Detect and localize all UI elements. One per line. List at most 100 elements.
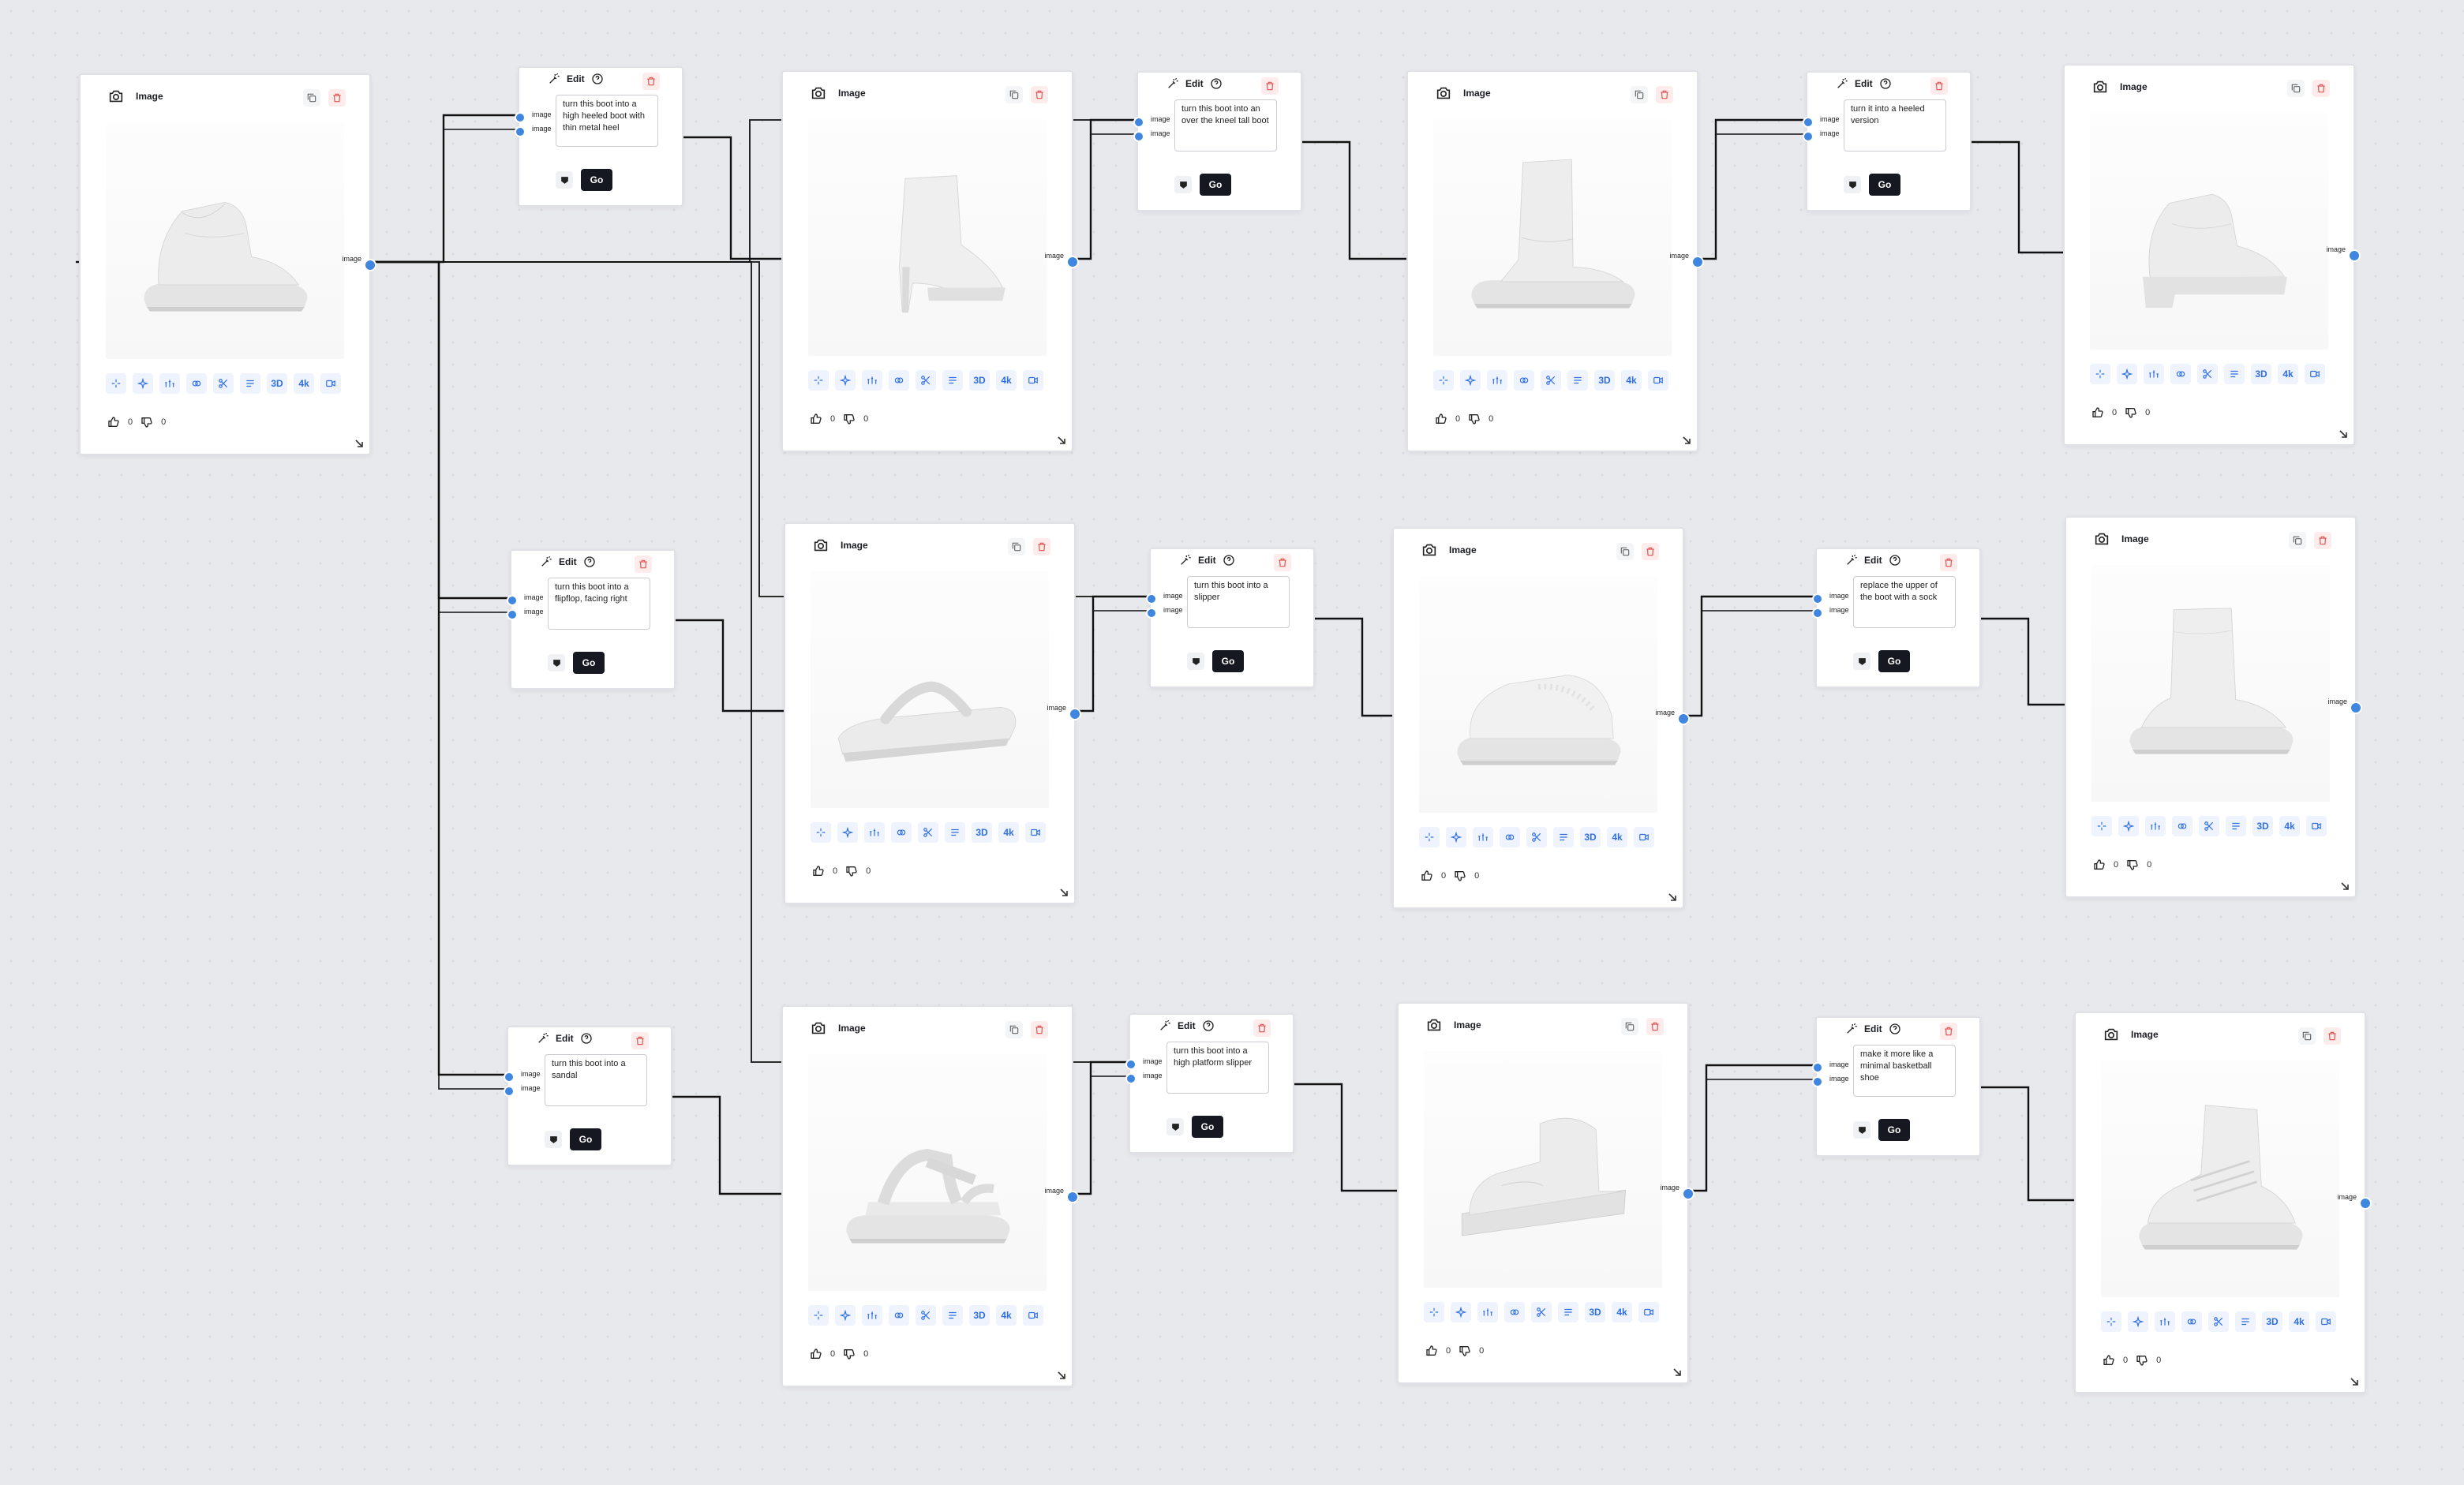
layers-tool-button[interactable]: [889, 370, 909, 391]
prompt-textarea[interactable]: turn this boot into a high heeled boot w…: [556, 95, 658, 147]
edit-node[interactable]: Edit image image turn this boot into an …: [1133, 71, 1302, 211]
scissors-tool-button[interactable]: [2199, 816, 2219, 836]
scissors-tool-button[interactable]: [1531, 1302, 1552, 1322]
generated-image[interactable]: [808, 119, 1047, 356]
prompt-textarea[interactable]: replace the upper of the boot with a soc…: [1853, 576, 1956, 628]
output-port[interactable]: [364, 259, 376, 271]
scissors-tool-button[interactable]: [1541, 370, 1561, 391]
go-button[interactable]: Go: [1878, 650, 1910, 672]
text-tool-button[interactable]: [945, 822, 965, 843]
delete-button[interactable]: [328, 89, 346, 107]
video-tool-button[interactable]: [1025, 822, 1046, 843]
4k-tool-button[interactable]: 4k: [1621, 370, 1642, 391]
4k-tool-button[interactable]: 4k: [998, 822, 1019, 843]
edit-node-header[interactable]: Edit: [537, 1032, 593, 1045]
output-port[interactable]: [2359, 1197, 2372, 1210]
3d-tool-button[interactable]: 3D: [267, 373, 287, 394]
output-port[interactable]: [2348, 249, 2361, 262]
resize-handle-icon[interactable]: [1056, 435, 1067, 446]
4k-tool-button[interactable]: 4k: [1612, 1302, 1632, 1322]
thumbs-up-icon[interactable]: [2091, 406, 2104, 419]
go-button[interactable]: Go: [1200, 174, 1231, 196]
sliders-tool-button[interactable]: [862, 1305, 882, 1326]
text-tool-button[interactable]: [2226, 816, 2246, 836]
image-node-header[interactable]: Image: [810, 1019, 866, 1037]
resize-handle-icon[interactable]: [1058, 887, 1069, 898]
output-port[interactable]: [2350, 701, 2362, 714]
thumbs-up-icon[interactable]: [2093, 858, 2106, 871]
go-button[interactable]: Go: [570, 1128, 601, 1150]
thumbs-down-icon[interactable]: [2125, 406, 2137, 419]
layers-tool-button[interactable]: [2170, 364, 2191, 384]
video-tool-button[interactable]: [320, 373, 341, 394]
edit-node[interactable]: Edit image image turn this boot into a h…: [1125, 1013, 1294, 1154]
image-node-header[interactable]: Image: [107, 88, 163, 105]
4k-tool-button[interactable]: 4k: [1607, 827, 1627, 847]
edit-node-header[interactable]: Edit: [1179, 554, 1235, 567]
resize-handle-icon[interactable]: [2339, 881, 2350, 892]
generated-image[interactable]: [2101, 1060, 2339, 1297]
edit-node[interactable]: Edit image image turn this boot into a f…: [507, 549, 676, 690]
scissors-tool-button[interactable]: [916, 370, 936, 391]
input-port-1[interactable]: [515, 112, 526, 123]
input-port-1[interactable]: [1803, 117, 1814, 128]
help-icon[interactable]: [1202, 1019, 1215, 1032]
model-select-button[interactable]: [556, 171, 573, 189]
model-select-button[interactable]: [1187, 653, 1204, 670]
thumbs-up-icon[interactable]: [812, 865, 825, 877]
model-select-button[interactable]: [1844, 176, 1861, 193]
thumbs-down-icon[interactable]: [843, 413, 856, 425]
4k-tool-button[interactable]: 4k: [2278, 364, 2298, 384]
go-button[interactable]: Go: [581, 169, 612, 191]
scissors-tool-button[interactable]: [2208, 1311, 2229, 1332]
text-tool-button[interactable]: [1558, 1302, 1578, 1322]
generated-image[interactable]: [1424, 1051, 1662, 1288]
3d-tool-button[interactable]: 3D: [1594, 370, 1615, 391]
generated-image[interactable]: [808, 1054, 1047, 1291]
layers-tool-button[interactable]: [2172, 816, 2193, 836]
input-port-2[interactable]: [507, 609, 518, 620]
scissors-tool-button[interactable]: [916, 1305, 936, 1326]
sliders-tool-button[interactable]: [2144, 364, 2164, 384]
scissors-tool-button[interactable]: [918, 822, 938, 843]
prompt-textarea[interactable]: make it more like a minimal basketball s…: [1853, 1045, 1956, 1097]
delete-button[interactable]: [1940, 1023, 1957, 1040]
generated-image[interactable]: [106, 122, 344, 359]
model-select-button[interactable]: [1853, 653, 1870, 670]
video-tool-button[interactable]: [1634, 827, 1654, 847]
sparkle-tool-button[interactable]: [2090, 364, 2110, 384]
magic-tool-button[interactable]: [837, 822, 858, 843]
video-tool-button[interactable]: [1023, 370, 1043, 391]
help-icon[interactable]: [580, 1032, 593, 1045]
help-icon[interactable]: [1889, 554, 1901, 567]
help-icon[interactable]: [1223, 554, 1235, 567]
go-button[interactable]: Go: [1869, 174, 1900, 196]
prompt-textarea[interactable]: turn this boot into a sandal: [545, 1054, 647, 1106]
text-tool-button[interactable]: [942, 370, 963, 391]
go-button[interactable]: Go: [573, 652, 605, 674]
model-select-button[interactable]: [1853, 1121, 1870, 1139]
thumbs-down-icon[interactable]: [1459, 1345, 1471, 1357]
duplicate-button[interactable]: [1005, 86, 1023, 103]
input-port-2[interactable]: [1146, 608, 1157, 619]
delete-button[interactable]: [1253, 1019, 1271, 1037]
go-button[interactable]: Go: [1192, 1116, 1223, 1138]
sliders-tool-button[interactable]: [1477, 1302, 1498, 1322]
help-icon[interactable]: [1889, 1023, 1901, 1035]
delete-button[interactable]: [1940, 554, 1957, 571]
generated-image[interactable]: [811, 571, 1049, 808]
text-tool-button[interactable]: [2224, 364, 2245, 384]
magic-tool-button[interactable]: [2117, 364, 2137, 384]
duplicate-button[interactable]: [2287, 80, 2305, 97]
output-port[interactable]: [1066, 1191, 1079, 1203]
input-port-1[interactable]: [1133, 117, 1144, 128]
resize-handle-icon[interactable]: [2349, 1376, 2360, 1387]
layers-tool-button[interactable]: [891, 822, 912, 843]
sparkle-tool-button[interactable]: [2101, 1311, 2121, 1332]
delete-button[interactable]: [1031, 1021, 1048, 1038]
sliders-tool-button[interactable]: [2145, 816, 2166, 836]
thumbs-up-icon[interactable]: [1425, 1345, 1438, 1357]
generated-image[interactable]: [1433, 119, 1672, 356]
delete-button[interactable]: [631, 1032, 649, 1049]
workflow-canvas[interactable]: Image 3D 4k 0 0 image Image 3D 4k 0 0 im…: [0, 0, 2464, 1485]
